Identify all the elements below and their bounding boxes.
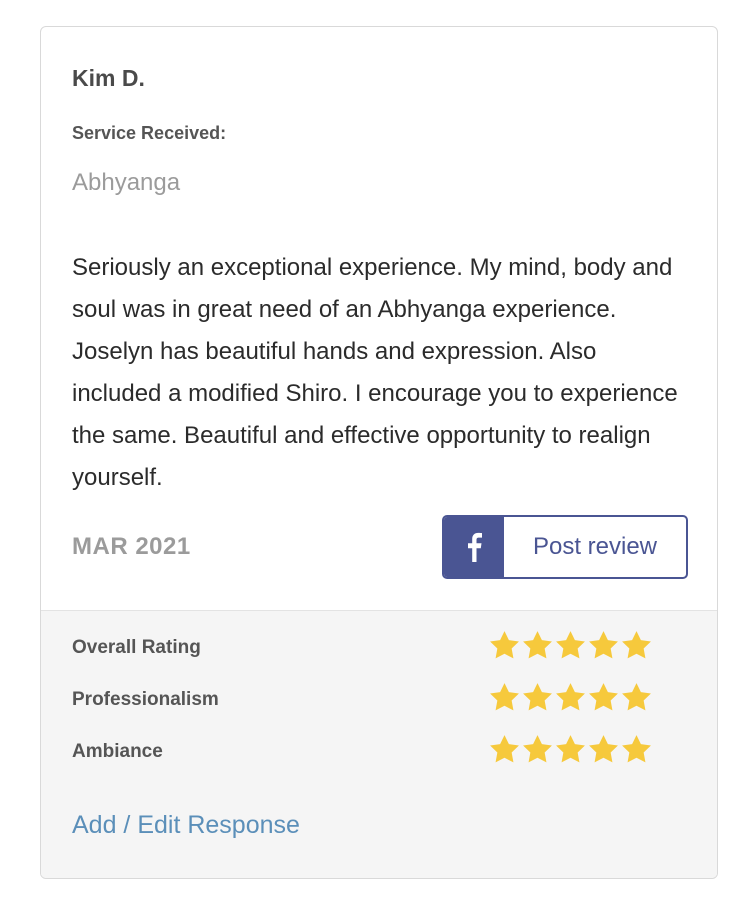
star-icon — [490, 683, 519, 711]
review-body: Kim D. Service Received: Abhyanga Seriou… — [41, 27, 717, 610]
star-icon — [523, 683, 552, 711]
ratings-panel: Overall Rating Professionalism Ambiance … — [41, 610, 717, 878]
star-icon — [622, 631, 651, 659]
review-text: Seriously an exceptional experience. My … — [72, 254, 678, 491]
service-received-value: Abhyanga — [72, 169, 181, 196]
rating-row-overall: Overall Rating — [72, 629, 652, 669]
rating-label: Overall Rating — [72, 637, 201, 658]
star-icon — [589, 683, 618, 711]
rating-label: Professionalism — [72, 689, 219, 710]
star-icon — [523, 631, 552, 659]
star-icon — [589, 735, 618, 763]
reviewer-name: Kim D. — [72, 65, 145, 91]
star-rating — [488, 681, 653, 714]
star-icon — [490, 735, 519, 763]
facebook-post-review-button[interactable]: Post review — [442, 515, 688, 579]
star-icon — [490, 631, 519, 659]
star-rating — [488, 629, 653, 662]
star-icon — [556, 683, 585, 711]
review-card: Kim D. Service Received: Abhyanga Seriou… — [40, 26, 718, 879]
star-icon — [556, 735, 585, 763]
star-icon — [589, 631, 618, 659]
star-icon — [622, 683, 651, 711]
star-icon — [622, 735, 651, 763]
star-rating — [488, 733, 653, 766]
post-review-label: Post review — [532, 533, 658, 560]
rating-label: Ambiance — [72, 741, 163, 762]
rating-row-ambiance: Ambiance — [72, 733, 652, 773]
service-received-label: Service Received: — [72, 123, 227, 143]
star-icon — [523, 735, 552, 763]
star-icon — [556, 631, 585, 659]
facebook-icon — [444, 517, 504, 577]
rating-row-professionalism: Professionalism — [72, 681, 652, 721]
add-edit-response-link[interactable]: Add / Edit Response — [72, 811, 300, 840]
review-date: MAR 2021 — [72, 533, 191, 560]
